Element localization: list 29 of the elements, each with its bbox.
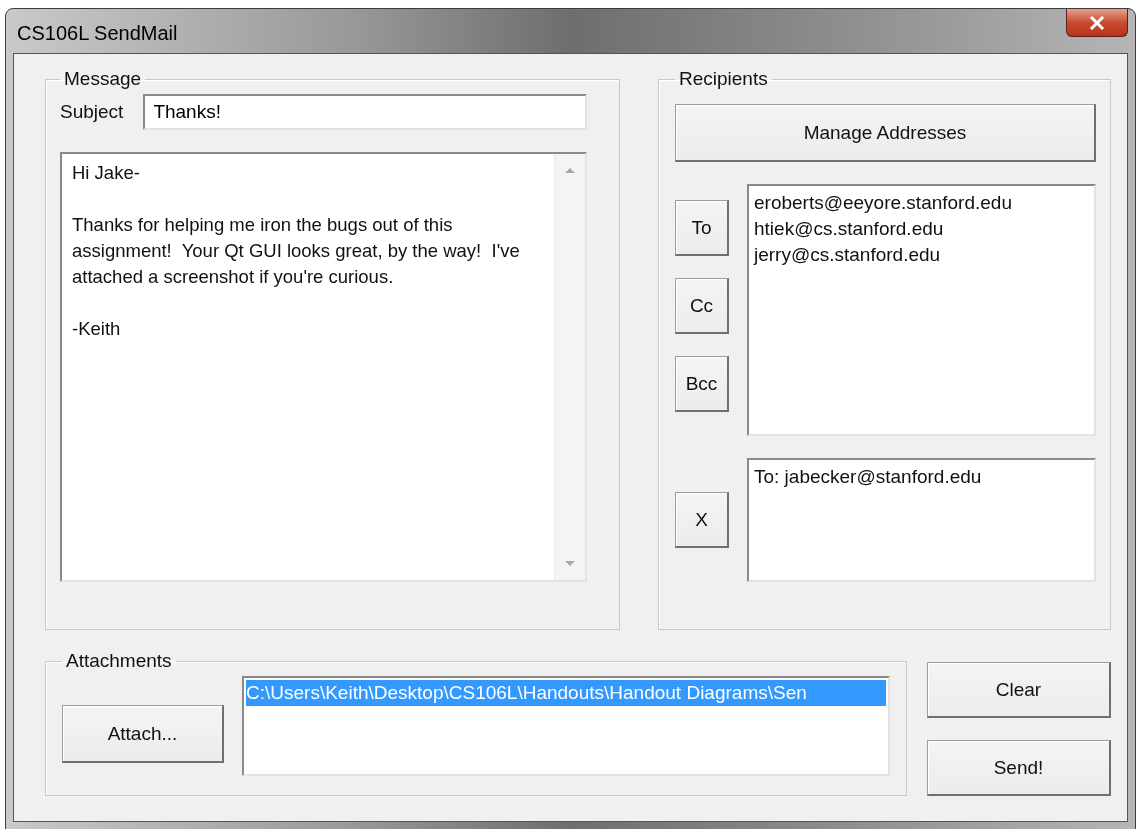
message-paragraph: -Keith bbox=[72, 317, 122, 341]
close-icon bbox=[1089, 15, 1105, 30]
address-item[interactable]: jerry@cs.stanford.edu bbox=[754, 242, 1089, 268]
subject-label: Subject bbox=[60, 101, 124, 123]
scroll-up-icon[interactable] bbox=[564, 166, 576, 174]
recipient-list[interactable]: To: jabecker@stanford.edu bbox=[747, 458, 1096, 582]
address-type-button[interactable]: To bbox=[675, 200, 729, 256]
address-type-button[interactable]: Bcc bbox=[675, 356, 729, 412]
group-label: Message bbox=[63, 68, 143, 90]
address-item[interactable]: htiek@cs.stanford.edu bbox=[754, 216, 1089, 242]
group-label: Attachments bbox=[65, 650, 173, 672]
message-body-field[interactable]: Hi Jake- Thanks for helping me iron the bugs out of this assignment! Your Qt GUI looks great, by the way! I've attached a screenshot if you're curious. -Keith bbox=[60, 152, 587, 582]
action-button[interactable]: Send! bbox=[927, 740, 1111, 796]
recipient-item[interactable]: To: jabecker@stanford.edu bbox=[754, 464, 1089, 490]
scrollbar[interactable] bbox=[554, 154, 585, 580]
group-label: Recipients bbox=[678, 68, 769, 90]
manage-addresses-button[interactable]: Manage Addresses bbox=[675, 104, 1096, 162]
action-button[interactable]: Clear bbox=[927, 662, 1111, 718]
address-list[interactable]: eroberts@eeyore.stanford.edu htiek@cs.stanford.edu jerry@cs.stanford.edu bbox=[747, 184, 1096, 436]
attach-button[interactable]: Attach... bbox=[62, 705, 224, 763]
subject-field[interactable]: Thanks! bbox=[143, 94, 587, 130]
close-button[interactable] bbox=[1066, 9, 1128, 37]
message-paragraph: Thanks for helping me iron the bugs out of this assignment! Your Qt GUI looks great, by the way! I've attached a screenshot if you're curious. bbox=[72, 213, 521, 289]
scroll-down-icon[interactable] bbox=[564, 560, 576, 568]
address-type-button[interactable]: Cc bbox=[675, 278, 729, 334]
remove-button[interactable]: X bbox=[675, 492, 729, 548]
message-paragraph: Hi Jake- bbox=[72, 161, 141, 185]
address-item[interactable]: eroberts@eeyore.stanford.edu bbox=[754, 190, 1089, 216]
window-title: CS106L SendMail bbox=[17, 22, 178, 45]
